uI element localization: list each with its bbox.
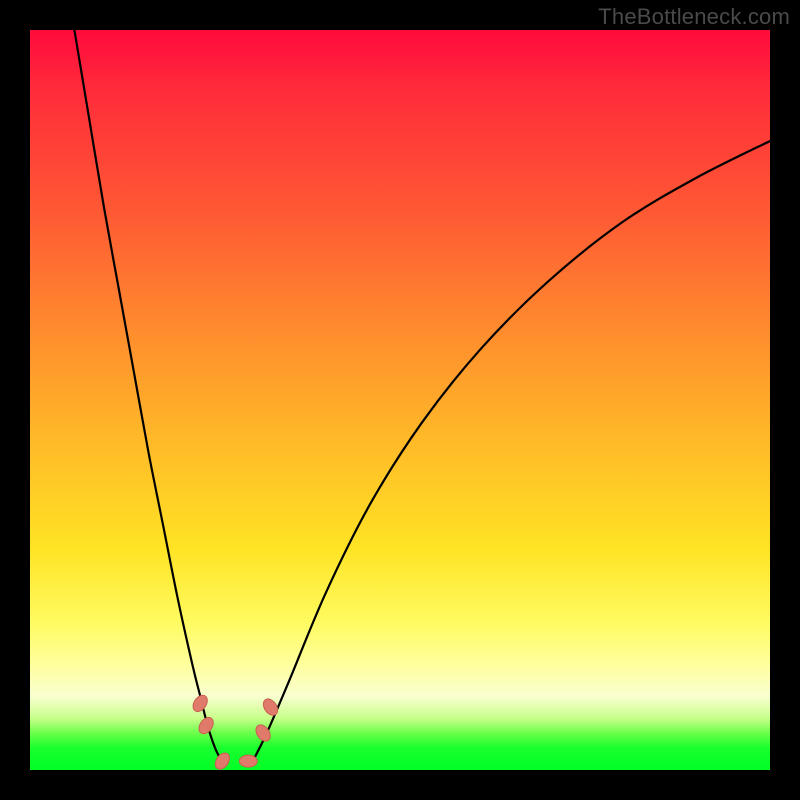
marker-valley-left — [212, 750, 232, 772]
marker-left-knee-upper — [190, 693, 210, 715]
watermark-text: TheBottleneck.com — [598, 4, 790, 30]
plot-area — [30, 30, 770, 770]
curve-markers — [190, 693, 280, 772]
curve-layer — [30, 30, 770, 770]
curve-right-branch — [252, 141, 770, 763]
marker-left-knee-lower — [196, 715, 216, 737]
marker-valley-right — [239, 755, 257, 767]
marker-right-knee-upper — [260, 696, 280, 718]
chart-stage: TheBottleneck.com — [0, 0, 800, 800]
curve-left-branch — [74, 30, 222, 763]
